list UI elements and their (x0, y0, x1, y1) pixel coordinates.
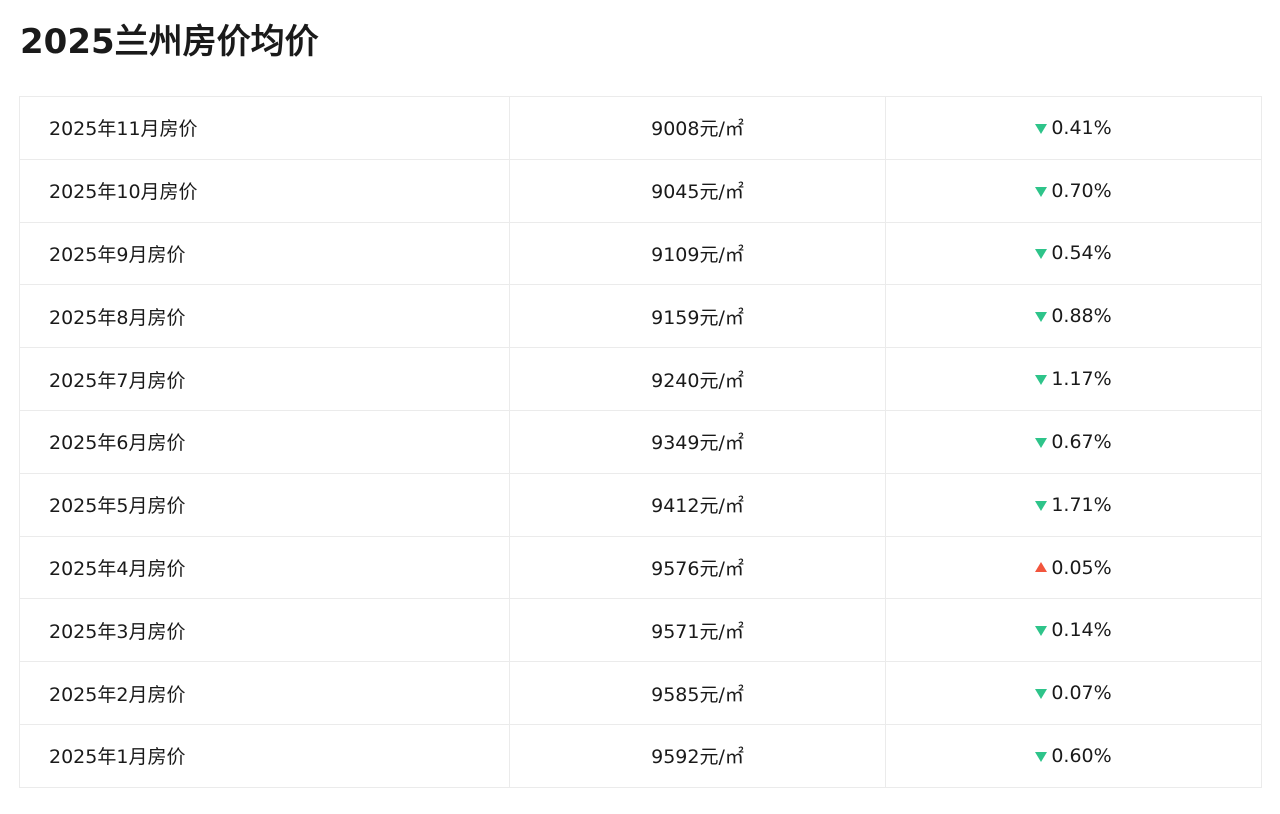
change-percent: 0.05% (1051, 557, 1112, 580)
triangle-down-icon (1035, 689, 1048, 700)
month-cell: 2025年1月房价 (19, 723, 510, 788)
triangle-down-icon (1035, 312, 1048, 323)
change-percent: 0.67% (1051, 430, 1112, 453)
table-row: 2025年3月房价 9571元/㎡ 0.14% (19, 598, 1262, 663)
triangle-down-icon (1035, 500, 1048, 511)
table-row: 2025年6月房价 9349元/㎡ 0.67% (19, 409, 1262, 474)
triangle-down-icon (1035, 249, 1048, 260)
change-value: 0.07% (1035, 682, 1112, 705)
price-table: 2025年11月房价 9008元/㎡ 0.41% 2025年10月房价 9045… (19, 96, 1262, 788)
month-cell: 2025年3月房价 (19, 598, 510, 663)
change-value: 0.14% (1035, 619, 1112, 642)
change-value: 0.67% (1035, 430, 1112, 453)
change-value: 0.88% (1035, 305, 1112, 328)
price-table-body: 2025年11月房价 9008元/㎡ 0.41% 2025年10月房价 9045… (19, 96, 1262, 788)
table-row: 2025年2月房价 9585元/㎡ 0.07% (19, 661, 1262, 725)
change-cell: 0.41% (885, 96, 1262, 160)
table-row: 2025年7月房价 9240元/㎡ 1.17% (19, 347, 1262, 411)
change-cell: 0.54% (885, 221, 1262, 286)
triangle-down-icon (1035, 375, 1048, 386)
change-cell: 1.71% (885, 472, 1262, 537)
triangle-up-icon (1035, 562, 1048, 573)
table-row: 2025年1月房价 9592元/㎡ 0.60% (19, 723, 1262, 788)
change-cell: 0.60% (885, 723, 1262, 788)
month-cell: 2025年8月房价 (19, 284, 510, 349)
price-cell: 9592元/㎡ (509, 723, 886, 788)
change-cell: 0.88% (885, 284, 1262, 349)
change-percent: 0.70% (1051, 179, 1112, 202)
change-cell: 0.05% (885, 535, 1262, 600)
price-cell: 9349元/㎡ (509, 409, 886, 474)
table-row: 2025年5月房价 9412元/㎡ 1.71% (19, 472, 1262, 537)
change-percent: 0.60% (1051, 744, 1112, 767)
price-cell: 9159元/㎡ (509, 284, 886, 349)
change-percent: 0.07% (1051, 682, 1112, 705)
price-cell: 9008元/㎡ (509, 96, 886, 160)
month-cell: 2025年9月房价 (19, 221, 510, 286)
month-cell: 2025年5月房价 (19, 472, 510, 537)
table-row: 2025年9月房价 9109元/㎡ 0.54% (19, 221, 1262, 286)
change-value: 0.05% (1035, 557, 1112, 580)
triangle-down-icon (1035, 186, 1048, 197)
triangle-down-icon (1035, 626, 1048, 637)
change-percent: 0.54% (1051, 242, 1112, 265)
change-percent: 0.41% (1051, 116, 1112, 139)
change-cell: 0.70% (885, 158, 1262, 223)
month-cell: 2025年11月房价 (19, 96, 510, 160)
change-value: 1.71% (1035, 493, 1112, 516)
triangle-down-icon (1035, 123, 1048, 134)
month-cell: 2025年6月房价 (19, 409, 510, 474)
price-cell: 9240元/㎡ (509, 347, 886, 411)
change-value: 0.41% (1035, 116, 1112, 139)
change-value: 0.54% (1035, 242, 1112, 265)
price-cell: 9571元/㎡ (509, 598, 886, 663)
month-cell: 2025年2月房价 (19, 661, 510, 725)
triangle-down-icon (1035, 437, 1048, 448)
change-cell: 0.14% (885, 598, 1262, 663)
month-cell: 2025年10月房价 (19, 158, 510, 223)
price-cell: 9576元/㎡ (509, 535, 886, 600)
change-percent: 1.71% (1051, 493, 1112, 516)
table-row: 2025年8月房价 9159元/㎡ 0.88% (19, 284, 1262, 349)
price-cell: 9045元/㎡ (509, 158, 886, 223)
price-cell: 9412元/㎡ (509, 472, 886, 537)
page-title: 2025兰州房价均价 (20, 22, 319, 62)
table-row: 2025年10月房价 9045元/㎡ 0.70% (19, 158, 1262, 223)
change-value: 1.17% (1035, 368, 1112, 391)
table-row: 2025年11月房价 9008元/㎡ 0.41% (19, 96, 1262, 160)
change-cell: 0.67% (885, 409, 1262, 474)
month-cell: 2025年4月房价 (19, 535, 510, 600)
change-percent: 0.14% (1051, 619, 1112, 642)
change-value: 0.70% (1035, 179, 1112, 202)
month-cell: 2025年7月房价 (19, 347, 510, 411)
change-cell: 0.07% (885, 661, 1262, 725)
table-row: 2025年4月房价 9576元/㎡ 0.05% (19, 535, 1262, 600)
change-percent: 1.17% (1051, 368, 1112, 391)
change-value: 0.60% (1035, 744, 1112, 767)
change-percent: 0.88% (1051, 305, 1112, 328)
price-cell: 9109元/㎡ (509, 221, 886, 286)
change-cell: 1.17% (885, 347, 1262, 411)
triangle-down-icon (1035, 751, 1048, 762)
price-cell: 9585元/㎡ (509, 661, 886, 725)
